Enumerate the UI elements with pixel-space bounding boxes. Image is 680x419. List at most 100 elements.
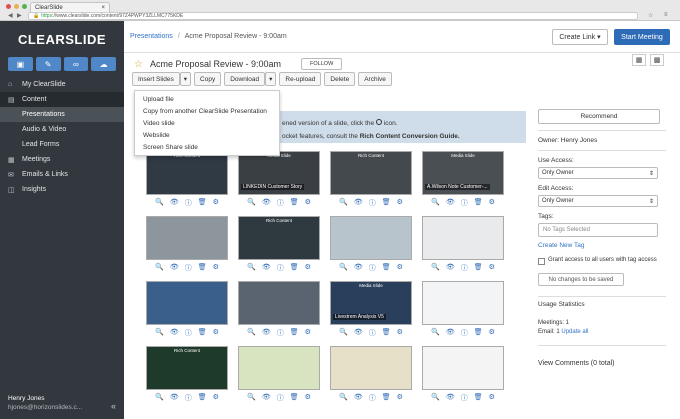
edit-access-select[interactable]: Only Owner ⇕ bbox=[538, 195, 658, 207]
settings-icon[interactable]: ⚙ bbox=[305, 263, 311, 273]
browser-tab[interactable]: ClearSlide × bbox=[30, 2, 110, 12]
zoom-icon[interactable]: 🔍 bbox=[155, 393, 164, 403]
user-profile[interactable]: Henry Jones hjones@horizonslides.c... « bbox=[0, 391, 124, 419]
follow-button[interactable]: FOLLOW bbox=[301, 58, 343, 70]
sidebar-item-insights[interactable]: ◫ Insights bbox=[0, 182, 124, 197]
menu-item-webslide[interactable]: Webslide bbox=[135, 129, 279, 141]
delete-icon[interactable]: 🗑 bbox=[382, 328, 391, 338]
preview-eye-icon[interactable]: 👁 bbox=[262, 393, 271, 403]
slide-card[interactable]: Rich Content 🔍 👁 ⓘ 🗑 ⚙ bbox=[330, 151, 412, 209]
settings-icon[interactable]: ⚙ bbox=[305, 328, 311, 338]
preview-eye-icon[interactable]: 👁 bbox=[262, 328, 271, 338]
slide-thumbnail[interactable] bbox=[330, 216, 412, 260]
settings-icon[interactable]: ⚙ bbox=[213, 328, 219, 338]
slide-card[interactable]: 🔍 👁 ⓘ 🗑 ⚙ bbox=[330, 346, 412, 404]
delete-icon[interactable]: 🗑 bbox=[382, 263, 391, 273]
settings-icon[interactable]: ⚙ bbox=[489, 263, 495, 273]
delete-icon[interactable]: 🗑 bbox=[474, 328, 483, 338]
delete-icon[interactable]: 🗑 bbox=[290, 263, 299, 273]
info-icon[interactable]: ⓘ bbox=[369, 328, 376, 338]
info-icon[interactable]: ⓘ bbox=[277, 263, 284, 273]
preview-eye-icon[interactable]: 👁 bbox=[446, 328, 455, 338]
preview-eye-icon[interactable]: 👁 bbox=[170, 263, 179, 273]
slide-thumbnail[interactable] bbox=[238, 281, 320, 325]
slide-thumbnail[interactable]: Media Slide Livestrem Analysis V5 bbox=[330, 281, 412, 325]
preview-eye-icon[interactable]: 👁 bbox=[354, 198, 363, 208]
delete-icon[interactable]: 🗑 bbox=[382, 393, 391, 403]
info-icon[interactable]: ⓘ bbox=[369, 263, 376, 273]
delete-icon[interactable]: 🗑 bbox=[474, 198, 483, 208]
slide-thumbnail[interactable] bbox=[146, 281, 228, 325]
link-icon[interactable]: ∞ bbox=[63, 57, 89, 71]
delete-icon[interactable]: 🗑 bbox=[290, 198, 299, 208]
slide-card[interactable]: Media Slide Livestrem Analysis V5 🔍 👁 ⓘ 🗑 ⚙ bbox=[330, 281, 412, 339]
sidebar-item-lead-forms[interactable]: Lead Forms bbox=[0, 137, 124, 152]
slide-thumbnail[interactable]: Rich Content bbox=[146, 151, 228, 195]
presentation-title[interactable]: Acme Proposal Review - 9:00am bbox=[150, 59, 281, 69]
slide-card[interactable]: 🔍 👁 ⓘ 🗑 ⚙ bbox=[330, 216, 412, 274]
slide-thumbnail[interactable] bbox=[238, 346, 320, 390]
recommend-button[interactable]: Recommend bbox=[538, 109, 660, 124]
list-view-icon[interactable]: ▦ bbox=[632, 54, 646, 66]
info-icon[interactable]: ⓘ bbox=[461, 393, 468, 403]
preview-eye-icon[interactable]: 👁 bbox=[446, 393, 455, 403]
grant-access-checkbox[interactable] bbox=[538, 258, 545, 265]
menu-item-video-slide[interactable]: Video slide bbox=[135, 117, 279, 129]
reupload-button[interactable]: Re-upload bbox=[279, 72, 322, 86]
preview-eye-icon[interactable]: 👁 bbox=[446, 198, 455, 208]
slide-thumbnail[interactable] bbox=[330, 346, 412, 390]
delete-button[interactable]: Delete bbox=[324, 72, 356, 86]
delete-icon[interactable]: 🗑 bbox=[198, 263, 207, 273]
slide-thumbnail[interactable]: Media Slide A.Wilson Note Customer-... bbox=[422, 151, 504, 195]
zoom-icon[interactable]: 🔍 bbox=[247, 263, 256, 273]
delete-icon[interactable]: 🗑 bbox=[290, 328, 299, 338]
slide-card[interactable]: 🔍 👁 ⓘ 🗑 ⚙ bbox=[238, 346, 320, 404]
download-dropdown-caret[interactable]: ▾ bbox=[265, 72, 277, 86]
address-bar[interactable]: 🔒 https ://www.clearslide.com/content/97… bbox=[28, 12, 638, 20]
edit-icon[interactable]: ✎ bbox=[35, 57, 61, 71]
info-icon[interactable]: ⓘ bbox=[277, 393, 284, 403]
slide-card[interactable]: Rich Content 🔍 👁 ⓘ 🗑 ⚙ bbox=[146, 346, 228, 404]
settings-icon[interactable]: ⚙ bbox=[489, 328, 495, 338]
settings-icon[interactable]: ⚙ bbox=[213, 198, 219, 208]
insert-dropdown-caret[interactable]: ▾ bbox=[179, 72, 192, 86]
create-link-button[interactable]: Create Link ▾ bbox=[552, 29, 608, 45]
update-all-link[interactable]: Update all bbox=[561, 329, 588, 335]
zoom-icon[interactable]: 🔍 bbox=[431, 393, 440, 403]
zoom-icon[interactable]: 🔍 bbox=[247, 328, 256, 338]
zoom-icon[interactable]: 🔍 bbox=[155, 198, 164, 208]
zoom-icon[interactable]: 🔍 bbox=[431, 328, 440, 338]
slide-card[interactable]: 🔍 👁 ⓘ 🗑 ⚙ bbox=[146, 281, 228, 339]
delete-icon[interactable]: 🗑 bbox=[198, 198, 207, 208]
preview-eye-icon[interactable]: 👁 bbox=[354, 393, 363, 403]
conversion-guide-link[interactable]: Rich Content Conversion Guide. bbox=[360, 133, 460, 140]
preview-eye-icon[interactable]: 👁 bbox=[262, 263, 271, 273]
cloud-icon[interactable]: ☁ bbox=[91, 57, 116, 71]
info-icon[interactable]: ⓘ bbox=[185, 328, 192, 338]
preview-eye-icon[interactable]: 👁 bbox=[446, 263, 455, 273]
use-access-select[interactable]: Only Owner ⇕ bbox=[538, 167, 658, 179]
slide-card[interactable]: 🔍 👁 ⓘ 🗑 ⚙ bbox=[422, 281, 504, 339]
info-icon[interactable]: ⓘ bbox=[461, 328, 468, 338]
slide-thumbnail[interactable]: Rich Content bbox=[330, 151, 412, 195]
menu-icon[interactable]: ≡ bbox=[664, 12, 668, 18]
zoom-icon[interactable]: 🔍 bbox=[431, 198, 440, 208]
create-tag-link[interactable]: Create New Tag bbox=[538, 242, 666, 249]
slide-thumbnail[interactable] bbox=[422, 281, 504, 325]
preview-eye-icon[interactable]: 👁 bbox=[170, 328, 179, 338]
start-meeting-button[interactable]: Start Meeting bbox=[614, 29, 670, 45]
delete-icon[interactable]: 🗑 bbox=[474, 263, 483, 273]
info-icon[interactable]: ⓘ bbox=[369, 393, 376, 403]
sidebar-item-audio-video[interactable]: Audio & Video bbox=[0, 122, 124, 137]
slide-thumbnail[interactable]: Rich Content bbox=[238, 216, 320, 260]
archive-button[interactable]: Archive bbox=[358, 72, 392, 86]
info-icon[interactable]: ⓘ bbox=[185, 198, 192, 208]
settings-icon[interactable]: ⚙ bbox=[213, 393, 219, 403]
slide-card[interactable]: Rich Content 🔍 👁 ⓘ 🗑 ⚙ bbox=[146, 151, 228, 209]
info-icon[interactable]: ⓘ bbox=[277, 198, 284, 208]
settings-icon[interactable]: ⚙ bbox=[397, 393, 403, 403]
sidebar-item-meetings[interactable]: ▦ Meetings bbox=[0, 152, 124, 167]
settings-icon[interactable]: ⚙ bbox=[305, 393, 311, 403]
delete-icon[interactable]: 🗑 bbox=[198, 328, 207, 338]
preview-eye-icon[interactable]: 👁 bbox=[354, 328, 363, 338]
